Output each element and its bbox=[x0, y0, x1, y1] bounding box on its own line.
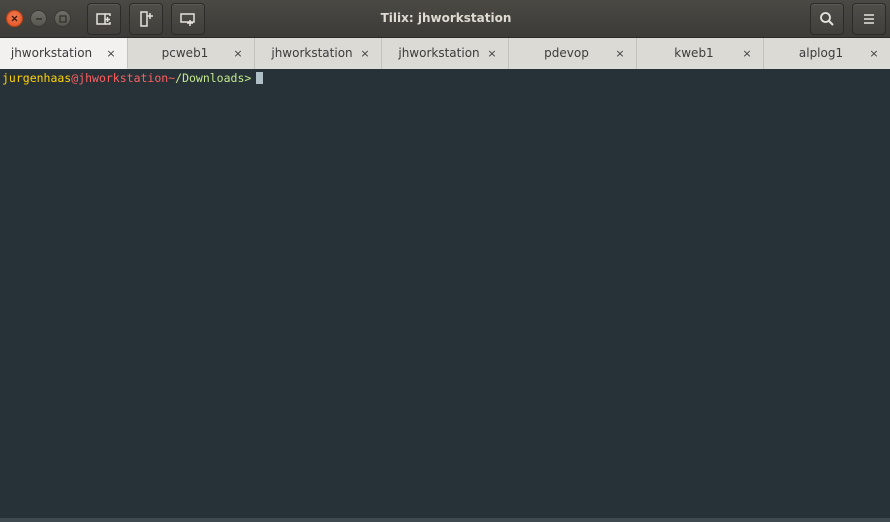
text-cursor bbox=[256, 72, 264, 84]
main-menu-button[interactable] bbox=[852, 3, 886, 35]
tab-close-icon[interactable]: × bbox=[359, 38, 371, 69]
tab-label: jhworkstation bbox=[271, 46, 353, 60]
prompt-user: jurgenhaas bbox=[2, 71, 72, 85]
tab-label: jhworkstation bbox=[398, 46, 480, 60]
tab-bar: jhworkstation × pcweb1 × jhworkstation ×… bbox=[0, 38, 890, 69]
prompt-host: jhworkstation bbox=[78, 71, 169, 85]
bottom-border bbox=[0, 518, 890, 522]
add-session-icon bbox=[180, 13, 195, 26]
window-close-button[interactable] bbox=[6, 10, 23, 27]
tab-close-icon[interactable]: × bbox=[486, 38, 498, 69]
add-session-button[interactable] bbox=[171, 3, 205, 35]
tab-label: jhworkstation bbox=[10, 46, 93, 60]
tab-pdevop[interactable]: pdevop × bbox=[509, 38, 637, 69]
search-icon bbox=[820, 12, 834, 26]
maximize-icon bbox=[58, 14, 67, 23]
tab-close-icon[interactable]: × bbox=[741, 38, 753, 69]
search-button[interactable] bbox=[810, 3, 844, 35]
tab-pcweb1[interactable]: pcweb1 × bbox=[128, 38, 255, 69]
window-minimize-button[interactable] bbox=[30, 10, 47, 27]
tab-label: pcweb1 bbox=[161, 46, 209, 60]
tab-label: pdevop bbox=[544, 46, 589, 60]
tab-kweb1[interactable]: kweb1 × bbox=[637, 38, 764, 69]
tab-close-icon[interactable]: × bbox=[105, 38, 117, 69]
add-terminal-down-icon bbox=[140, 11, 153, 27]
tab-close-icon[interactable]: × bbox=[232, 38, 244, 69]
tab-close-icon[interactable]: × bbox=[868, 38, 880, 69]
shell-prompt: jurgenhaas@jhworkstation~/Downloads> bbox=[2, 71, 264, 85]
header-bar: Tilix: jhworkstation bbox=[0, 0, 890, 38]
prompt-path: /Downloads bbox=[175, 71, 245, 85]
tab-label: alplog1 bbox=[798, 46, 844, 60]
tab-alplog1[interactable]: alplog1 × bbox=[764, 38, 890, 69]
tab-jhworkstation-1[interactable]: jhworkstation × bbox=[0, 38, 128, 69]
add-terminal-right-button[interactable] bbox=[87, 3, 121, 35]
prompt-symbol: > bbox=[244, 71, 252, 85]
add-terminal-down-button[interactable] bbox=[129, 3, 163, 35]
tab-jhworkstation-2[interactable]: jhworkstation × bbox=[255, 38, 382, 69]
tab-jhworkstation-3[interactable]: jhworkstation × bbox=[382, 38, 509, 69]
tab-label: kweb1 bbox=[674, 46, 714, 60]
terminal-area[interactable]: jurgenhaas@jhworkstation~/Downloads> bbox=[0, 69, 890, 518]
minimize-icon bbox=[35, 17, 42, 20]
close-icon bbox=[11, 15, 18, 22]
window-title: Tilix: jhworkstation bbox=[380, 11, 512, 25]
add-terminal-right-icon bbox=[96, 13, 111, 25]
hamburger-menu-icon bbox=[864, 14, 874, 24]
tab-close-icon[interactable]: × bbox=[614, 38, 626, 69]
window-maximize-button[interactable] bbox=[54, 10, 71, 27]
